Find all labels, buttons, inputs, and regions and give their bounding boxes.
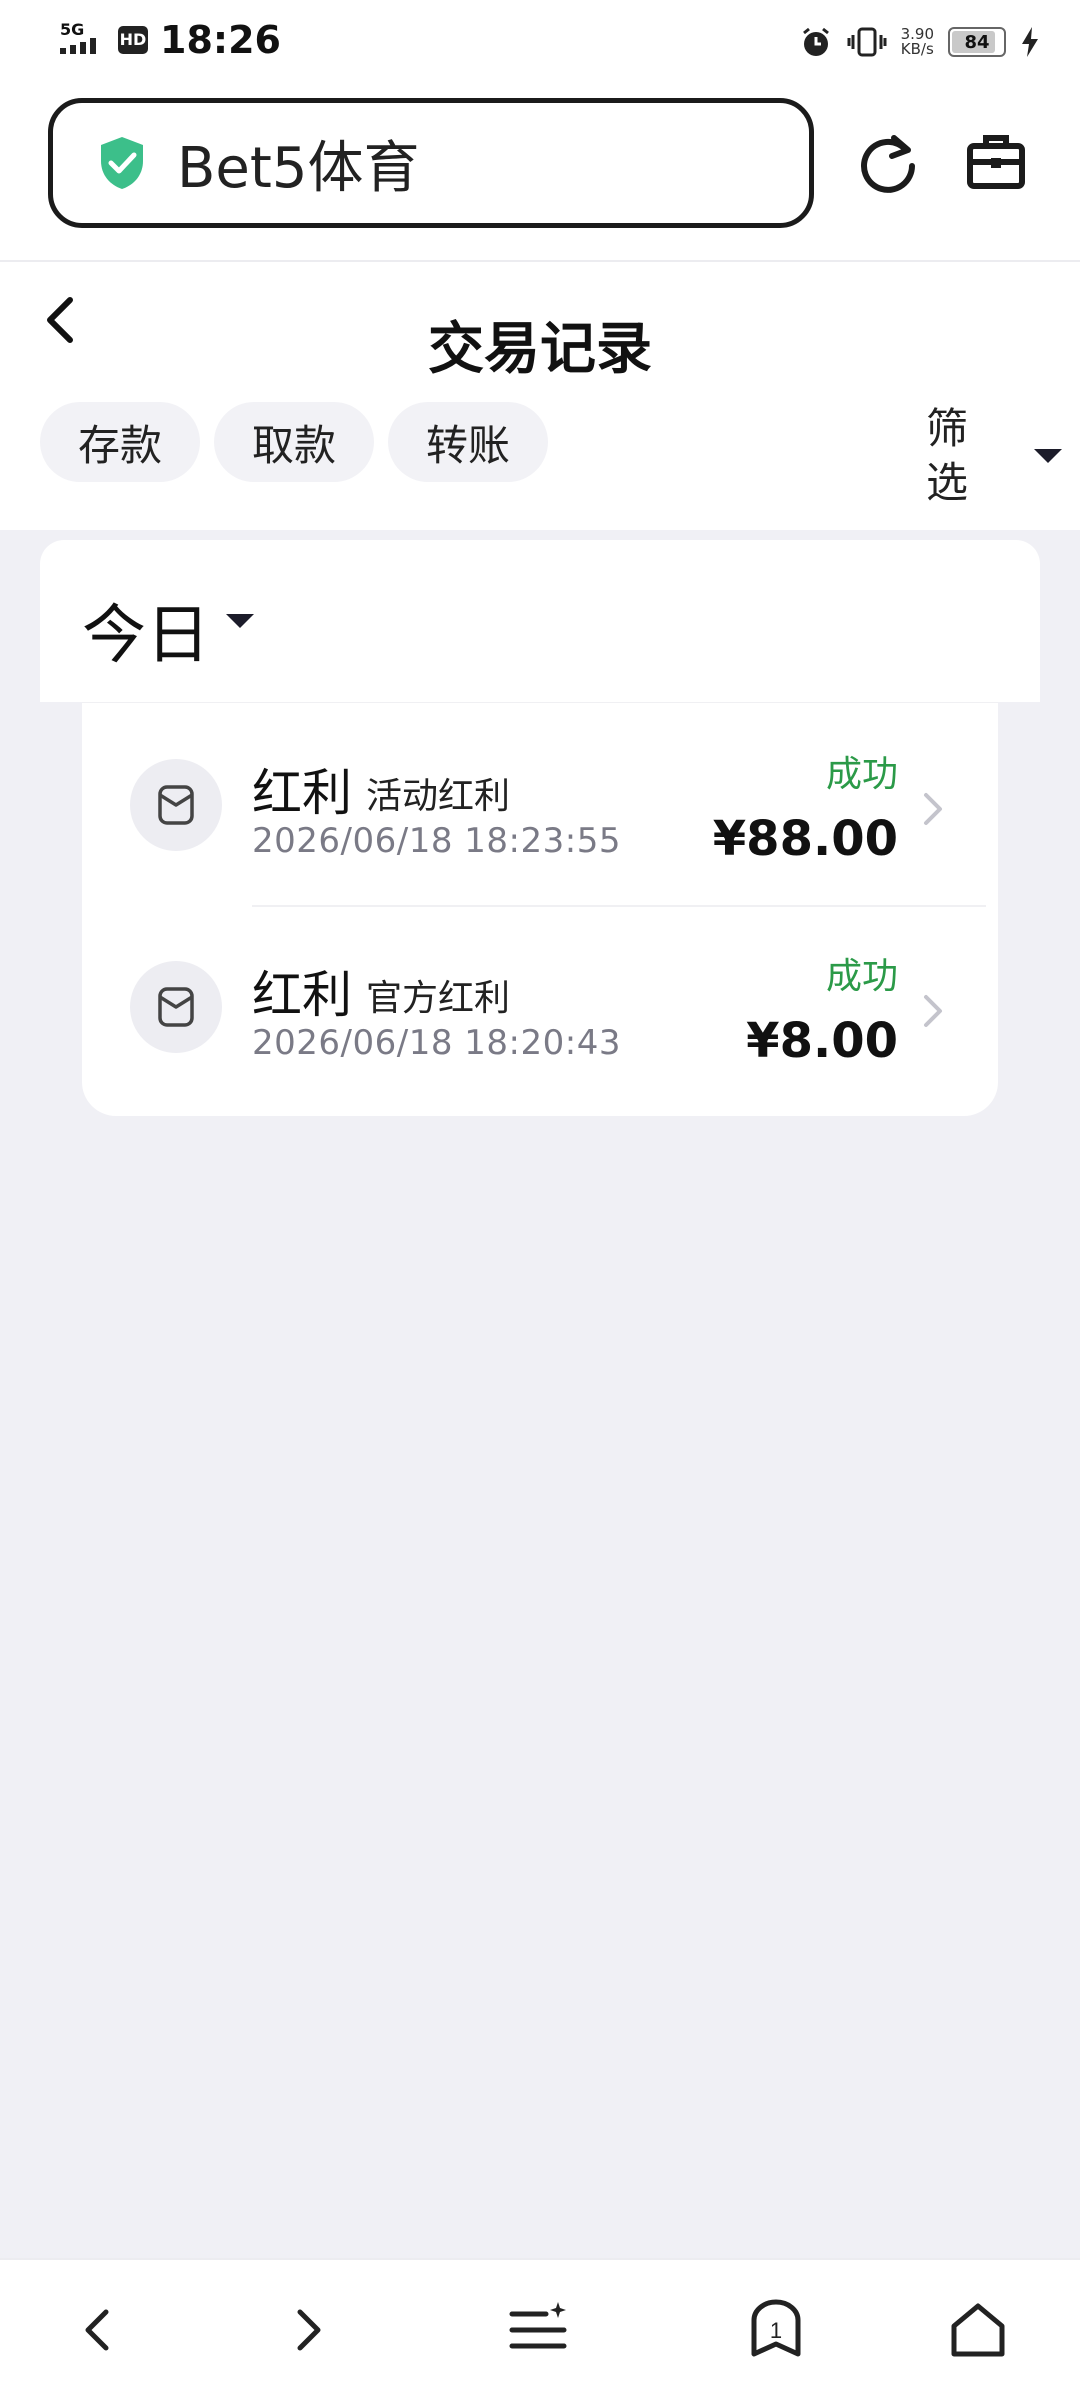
- wallet-icon: [130, 759, 222, 851]
- caret-down-icon: [226, 614, 254, 628]
- type-tabs: 存款 取款 转账: [40, 402, 549, 482]
- page-header: 交易记录 存款 取款 转账 筛选: [0, 262, 1080, 530]
- nav-tabs-button[interactable]: 1: [728, 2282, 824, 2378]
- toolbox-icon: [967, 135, 1025, 189]
- alarm-icon: [802, 27, 829, 56]
- nav-home-button[interactable]: [930, 2282, 1026, 2378]
- transaction-type: 红利: [252, 764, 352, 822]
- nav-menu-button[interactable]: [490, 2282, 586, 2378]
- filter-button[interactable]: 筛选: [926, 402, 1062, 510]
- browser-bottom-nav: 1: [0, 2258, 1080, 2408]
- url-text: Bet5体育: [177, 135, 420, 201]
- battery-level: 84: [964, 31, 990, 53]
- hd-badge: HD: [118, 26, 148, 54]
- charging-icon: [1022, 27, 1038, 57]
- forward-arrow-icon: [297, 2309, 321, 2351]
- status-right: 3.90 KB/s 84: [799, 20, 1040, 64]
- status-bar: 5G HD 18:26 3.90 KB/s 84: [0, 0, 1080, 84]
- back-arrow-icon: [85, 2309, 109, 2351]
- menu-icon: [509, 2302, 567, 2349]
- address-bar[interactable]: Bet5体育: [48, 98, 814, 228]
- nav-back-button[interactable]: [52, 2282, 148, 2378]
- chevron-right-icon: [924, 995, 942, 1027]
- nav-forward-button[interactable]: [258, 2282, 354, 2378]
- tab-deposit[interactable]: 存款: [40, 402, 201, 482]
- clock: 18:26: [160, 18, 281, 62]
- date-selector[interactable]: 今日: [40, 540, 1040, 702]
- toolbox-button[interactable]: [956, 122, 1036, 202]
- wallet-icon: [130, 961, 222, 1053]
- battery-indicator: 84: [948, 27, 1006, 57]
- signal-bars: [60, 38, 96, 54]
- network-speed: 3.90 KB/s: [901, 27, 934, 57]
- period-label: 今日: [82, 599, 210, 673]
- list-item[interactable]: 红利 活动红利 2026/06/18 18:23:55 成功 ¥88.00: [82, 703, 998, 907]
- tab-withdraw[interactable]: 取款: [214, 402, 375, 482]
- transaction-subtype: 活动红利: [366, 776, 511, 817]
- status-badge: 成功: [825, 956, 898, 997]
- chevron-right-icon: [924, 793, 942, 825]
- transaction-amount: ¥8.00: [746, 1013, 898, 1069]
- transaction-list: 红利 活动红利 2026/06/18 18:23:55 成功 ¥88.00 红利…: [82, 702, 998, 1116]
- transaction-type: 红利: [252, 966, 352, 1024]
- speed-unit: KB/s: [900, 40, 934, 58]
- shield-check-icon: [101, 137, 143, 189]
- tabs-icon: 1: [751, 2299, 801, 2357]
- refresh-button[interactable]: [848, 122, 928, 202]
- caret-down-icon: [1034, 449, 1062, 463]
- signal-icon: 5G: [60, 22, 108, 57]
- transaction-time: 2026/06/18 18:20:43: [252, 1023, 621, 1063]
- transaction-subtype: 官方红利: [366, 978, 511, 1019]
- transaction-time: 2026/06/18 18:23:55: [252, 821, 621, 861]
- list-item[interactable]: 红利 官方红利 2026/06/18 18:20:43 成功 ¥8.00: [82, 905, 998, 1107]
- refresh-icon: [861, 135, 915, 193]
- tab-count: 1: [770, 2318, 782, 2343]
- network-type: 5G: [60, 20, 85, 39]
- tab-transfer[interactable]: 转账: [388, 402, 549, 482]
- status-badge: 成功: [825, 754, 898, 795]
- browser-toolbar: Bet5体育: [0, 84, 1080, 262]
- vibrate-icon: [847, 27, 887, 57]
- filter-label: 筛选: [926, 404, 969, 507]
- transaction-amount: ¥88.00: [712, 811, 898, 867]
- page-title: 交易记录: [428, 317, 652, 382]
- home-icon: [951, 2303, 1005, 2357]
